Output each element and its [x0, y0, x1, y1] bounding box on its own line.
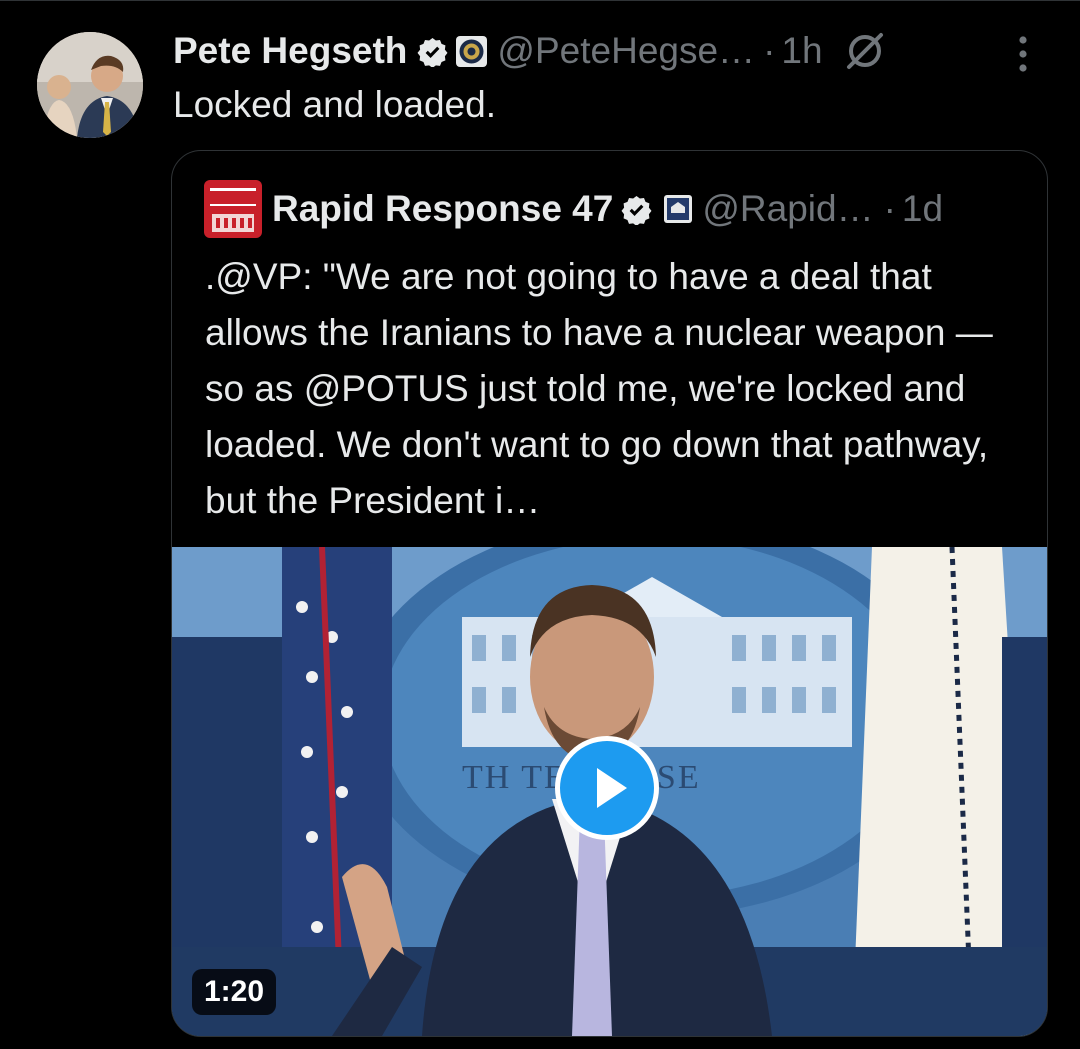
- video-duration: 1:20: [192, 969, 277, 1015]
- author-handle[interactable]: @PeteHegse…: [497, 30, 755, 72]
- separator-dot: ·: [763, 30, 776, 71]
- quoted-post[interactable]: Rapid Response 47 @Rapid… · 1d .@VP: "We…: [171, 150, 1048, 1037]
- post-time[interactable]: 1h: [781, 30, 822, 72]
- quoted-author-handle[interactable]: @Rapid…: [702, 188, 873, 230]
- post-header: Pete Hegseth @PeteHegse… · 1h: [173, 26, 887, 76]
- author-name[interactable]: Pete Hegseth: [173, 30, 407, 72]
- separator-dot: ·: [883, 188, 896, 229]
- video-thumbnail[interactable]: TH TE HOUSE 1:20: [172, 547, 1047, 1036]
- author-avatar[interactable]: [37, 32, 143, 138]
- verified-badge-icon: [417, 36, 448, 68]
- verified-badge-icon: [621, 194, 652, 226]
- quoted-author-avatar[interactable]: [204, 180, 262, 238]
- white-house-icon[interactable]: [664, 195, 693, 223]
- play-icon[interactable]: [555, 736, 659, 840]
- dod-seal-icon[interactable]: [456, 35, 488, 67]
- quoted-post-text: .@VP: "We are not going to have a deal t…: [205, 256, 993, 521]
- quoted-author-name[interactable]: Rapid Response 47: [272, 188, 613, 230]
- quoted-post-time[interactable]: 1d: [902, 188, 943, 230]
- top-divider: [0, 0, 1080, 1]
- quoted-post-header: Rapid Response 47 @Rapid… · 1d: [204, 180, 943, 238]
- post-text: Locked and loaded.: [173, 84, 496, 125]
- more-options-icon[interactable]: [1010, 32, 1036, 76]
- grok-icon[interactable]: [843, 29, 887, 73]
